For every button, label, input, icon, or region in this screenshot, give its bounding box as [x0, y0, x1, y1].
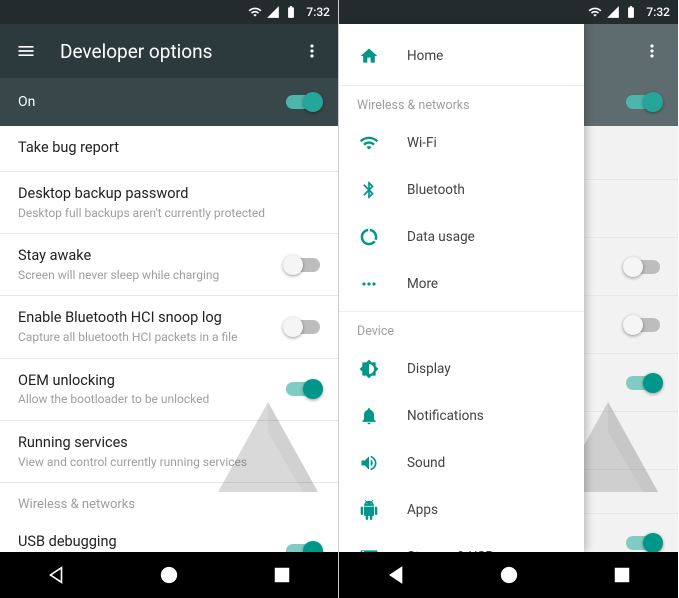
drawer-section-wireless: Wireless & networks: [339, 85, 584, 119]
ghost-switch[interactable]: [626, 318, 660, 332]
item-take-bug-report[interactable]: Take bug report: [0, 126, 338, 172]
section-wireless: Wireless & networks: [0, 483, 338, 520]
bell-icon: [357, 406, 381, 426]
switch-stay-awake[interactable]: [286, 258, 320, 272]
master-toggle-row[interactable]: On: [0, 78, 338, 126]
nav-home-icon[interactable]: [158, 564, 180, 586]
navigation-bar-right: [339, 552, 678, 598]
drawer-item-apps[interactable]: Apps: [339, 486, 584, 533]
wifi-icon: [248, 5, 262, 19]
status-bar: 7:32: [0, 0, 338, 24]
wifi-icon: [588, 5, 602, 19]
master-toggle-label: On: [18, 94, 286, 110]
ghost-switch[interactable]: [626, 536, 660, 550]
android-icon: [357, 500, 381, 520]
status-time: 7:32: [306, 5, 330, 19]
ghost-switch[interactable]: [626, 376, 660, 390]
app-bar: Developer options: [0, 24, 338, 78]
master-switch[interactable]: [286, 95, 320, 109]
item-oem-unlocking[interactable]: OEM unlocking Allow the bootloader to be…: [0, 359, 338, 421]
phone-left: 7:32 Developer options On Take bug repor…: [0, 0, 339, 598]
switch-usb-debugging[interactable]: [286, 544, 320, 552]
signal-icon: [606, 5, 620, 19]
master-switch-right[interactable]: [626, 95, 660, 109]
drawer-item-data-usage[interactable]: Data usage: [339, 213, 584, 260]
drawer-item-more[interactable]: More: [339, 260, 584, 307]
settings-list: Take bug report Desktop backup password …: [0, 126, 338, 552]
status-bar-right: 7:32: [339, 0, 678, 24]
bluetooth-icon: [357, 180, 381, 200]
overflow-icon[interactable]: [642, 41, 662, 61]
switch-oem[interactable]: [286, 382, 320, 396]
drawer-item-home[interactable]: Home: [339, 32, 584, 79]
drawer-item-sound[interactable]: Sound: [339, 439, 584, 486]
drawer-section-device: Device: [339, 311, 584, 345]
drawer-item-bluetooth[interactable]: Bluetooth: [339, 166, 584, 213]
drawer-item-wifi[interactable]: Wi-Fi: [339, 119, 584, 166]
nav-recent-icon[interactable]: [611, 564, 633, 586]
nav-recent-icon[interactable]: [271, 564, 293, 586]
hamburger-icon[interactable]: [16, 41, 36, 61]
brightness-icon: [357, 359, 381, 379]
battery-icon: [284, 5, 298, 19]
switch-bt-hci[interactable]: [286, 320, 320, 334]
wifi-icon: [357, 133, 381, 153]
nav-back-icon[interactable]: [385, 564, 407, 586]
navigation-drawer: Home Wireless & networks Wi-Fi Bluetooth…: [339, 24, 584, 552]
page-title: Developer options: [60, 40, 302, 63]
drawer-item-notifications[interactable]: Notifications: [339, 392, 584, 439]
ghost-switch[interactable]: [626, 260, 660, 274]
more-horiz-icon: [357, 274, 381, 294]
nav-home-icon[interactable]: [498, 564, 520, 586]
overflow-icon[interactable]: [302, 41, 322, 61]
home-icon: [357, 46, 381, 66]
item-desktop-backup-password[interactable]: Desktop backup password Desktop full bac…: [0, 172, 338, 234]
drawer-item-display[interactable]: Display: [339, 345, 584, 392]
nav-back-icon[interactable]: [45, 564, 67, 586]
data-usage-icon: [357, 227, 381, 247]
item-usb-debugging[interactable]: USB debugging Debug mode when USB is con…: [0, 520, 338, 552]
item-running-services[interactable]: Running services View and control curren…: [0, 421, 338, 483]
navigation-bar: [0, 552, 338, 598]
volume-icon: [357, 453, 381, 473]
phone-right: 7:32 Home Wireless & networks: [339, 0, 678, 598]
battery-icon: [624, 5, 638, 19]
signal-icon: [266, 5, 280, 19]
item-stay-awake[interactable]: Stay awake Screen will never sleep while…: [0, 234, 338, 296]
drawer-item-storage[interactable]: Storage & USB: [339, 533, 584, 552]
status-time-right: 7:32: [646, 5, 670, 19]
storage-icon: [357, 547, 381, 553]
item-bt-hci-snoop[interactable]: Enable Bluetooth HCI snoop log Capture a…: [0, 296, 338, 358]
